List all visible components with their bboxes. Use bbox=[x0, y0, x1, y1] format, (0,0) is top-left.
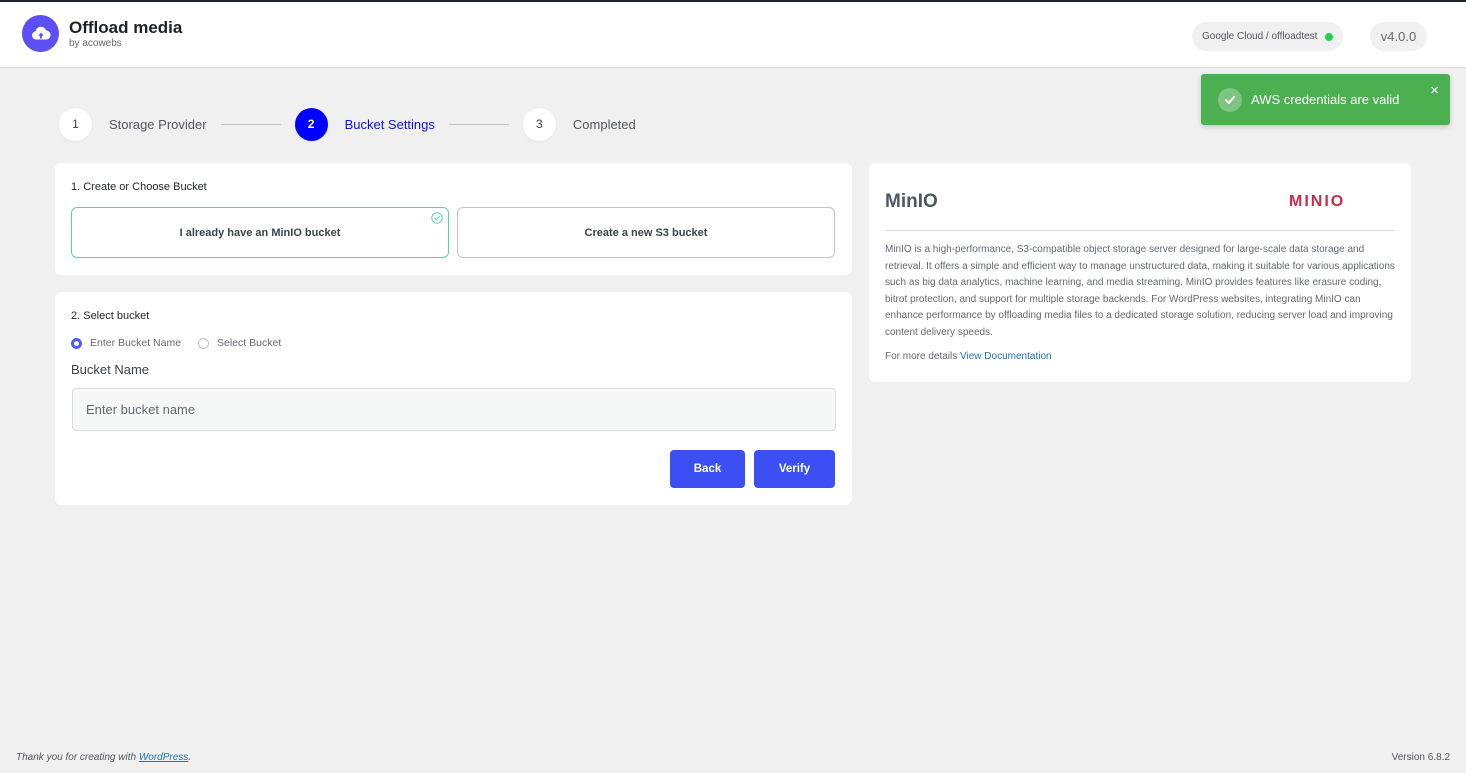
minio-logo: MINIO bbox=[1289, 193, 1346, 210]
footer-thanks: Thank you for creating with WordPress. bbox=[16, 752, 191, 763]
provider-label: Google Cloud / offloadtest bbox=[1202, 31, 1318, 42]
radio-enter-label: Enter Bucket Name bbox=[90, 337, 182, 349]
cloud-upload-icon bbox=[22, 15, 59, 52]
footer-thanks-prefix: Thank you for creating with bbox=[16, 752, 139, 763]
bucket-choice-title: 1. Create or Choose Bucket bbox=[71, 181, 207, 193]
app-title: Offload media bbox=[69, 17, 183, 37]
existing-bucket-label: I already have an MinIO bucket bbox=[179, 226, 341, 239]
more-details-prefix: For more details bbox=[885, 351, 961, 362]
bucket-mode-radios: Enter Bucket Name Select Bucket bbox=[71, 337, 298, 349]
new-bucket-label: Create a new S3 bucket bbox=[584, 226, 708, 239]
more-details: For more details View Documentation bbox=[885, 351, 1052, 362]
radio-checked-icon[interactable] bbox=[71, 337, 82, 349]
step-divider bbox=[448, 123, 509, 125]
provider-description: MinIO is a high-performance, S3-compatib… bbox=[885, 244, 1395, 338]
view-documentation-link[interactable]: View Documentation bbox=[960, 351, 1052, 362]
step-1-label[interactable]: Storage Provider bbox=[109, 117, 207, 132]
step-2-label[interactable]: Bucket Settings bbox=[345, 117, 435, 132]
step-1-number[interactable]: 1 bbox=[59, 107, 92, 141]
success-toast: AWS credentials are valid × bbox=[1201, 74, 1450, 125]
close-icon[interactable]: × bbox=[1430, 83, 1439, 98]
back-button[interactable]: Back bbox=[670, 450, 745, 488]
wordpress-link[interactable]: WordPress bbox=[139, 752, 188, 763]
stepper: 1 Storage Provider 2 Bucket Settings 3 C… bbox=[59, 107, 636, 141]
bucket-choice-card: 1. Create or Choose Bucket I already hav… bbox=[55, 163, 852, 275]
verify-button[interactable]: Verify bbox=[754, 450, 835, 488]
divider bbox=[885, 230, 1395, 231]
footer-thanks-suffix: . bbox=[188, 752, 192, 763]
new-bucket-option[interactable]: Create a new S3 bucket bbox=[457, 207, 835, 258]
app-subtitle: by acowebs bbox=[69, 37, 122, 49]
radio-enter-bucket-name[interactable]: Enter Bucket Name bbox=[71, 337, 181, 349]
version-badge: v4.0.0 bbox=[1370, 22, 1427, 51]
radio-select-bucket[interactable]: Select Bucket bbox=[198, 337, 281, 349]
brand[interactable]: Offload media by acowebs bbox=[22, 15, 182, 52]
step-divider bbox=[220, 123, 281, 125]
bucket-select-title: 2. Select bucket bbox=[71, 310, 150, 322]
step-3-label[interactable]: Completed bbox=[573, 117, 636, 132]
bucket-select-card: 2. Select bucket Enter Bucket Name Selec… bbox=[55, 292, 852, 505]
toast-message: AWS credentials are valid bbox=[1251, 92, 1400, 107]
step-2-number[interactable]: 2 bbox=[294, 107, 328, 141]
provider-info-card: MinIO MINIO MinIO is a high-performance,… bbox=[869, 163, 1411, 382]
step-3-number[interactable]: 3 bbox=[522, 107, 556, 141]
provider-info-title: MinIO bbox=[885, 191, 938, 212]
status-online-dot bbox=[1325, 32, 1334, 41]
check-circle-icon bbox=[1218, 87, 1242, 112]
radio-select-label: Select Bucket bbox=[217, 337, 282, 349]
bucket-name-label: Bucket Name bbox=[71, 362, 150, 377]
check-circle-icon bbox=[431, 212, 443, 224]
top-bar: Offload media by acowebs Google Cloud / … bbox=[0, 0, 1466, 68]
bucket-name-input[interactable] bbox=[72, 388, 836, 431]
footer-version: Version 6.8.2 bbox=[1391, 752, 1450, 763]
provider-status-badge[interactable]: Google Cloud / offloadtest bbox=[1192, 22, 1344, 51]
existing-bucket-option[interactable]: I already have an MinIO bucket bbox=[71, 207, 449, 258]
radio-unchecked-icon[interactable] bbox=[198, 337, 210, 349]
